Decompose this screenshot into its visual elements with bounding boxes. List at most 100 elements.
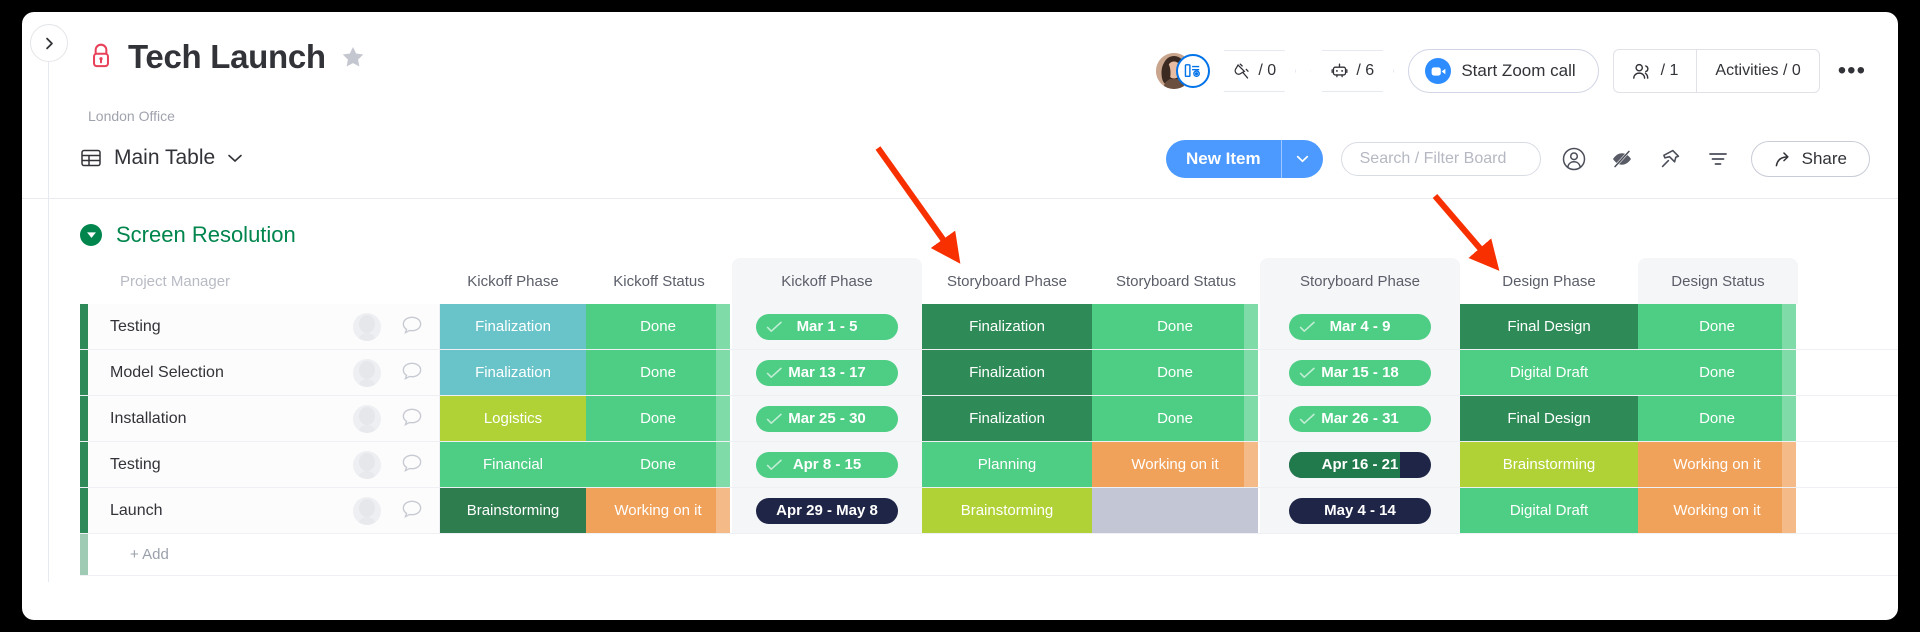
cell-kickoff_status[interactable]: Done	[586, 396, 732, 441]
cell-storyboard_timeline[interactable]: Mar 4 - 9	[1260, 304, 1460, 349]
assignee-avatar[interactable]	[353, 404, 381, 433]
timeline-pill[interactable]: Mar 13 - 17	[756, 359, 898, 386]
cell-design_phase[interactable]: Digital Draft	[1460, 488, 1638, 533]
column-header-kickoff_timeline[interactable]: Kickoff Phase	[732, 258, 922, 304]
table-row[interactable]: Launch Brainstorming Working on it Apr 29 -…	[80, 488, 1898, 534]
view-selector[interactable]: Main Table	[80, 146, 243, 170]
cell-storyboard_status[interactable]: Done	[1092, 304, 1260, 349]
column-header-kickoff_phase[interactable]: Kickoff Phase	[440, 258, 586, 304]
comment-icon-wrap[interactable]	[401, 499, 423, 523]
cell-storyboard_phase[interactable]: Planning	[922, 442, 1092, 487]
cell-item-name[interactable]: Installation	[88, 396, 440, 441]
cell-storyboard_status[interactable]: Done	[1092, 350, 1260, 395]
cell-kickoff_phase[interactable]: Financial	[440, 442, 586, 487]
cell-storyboard_timeline[interactable]: Apr 16 - 21	[1260, 442, 1460, 487]
cell-item-name[interactable]: Testing	[88, 442, 440, 487]
search-input[interactable]	[1359, 150, 1522, 168]
cell-design_status[interactable]: Working on it	[1638, 488, 1798, 533]
sidebar-collapse-button[interactable]	[30, 24, 68, 62]
cell-kickoff_phase[interactable]: Brainstorming	[440, 488, 586, 533]
cell-kickoff_status[interactable]: Done	[586, 442, 732, 487]
cell-kickoff_timeline[interactable]: Mar 25 - 30	[732, 396, 922, 441]
cell-storyboard_status[interactable]: Done	[1092, 396, 1260, 441]
column-header-storyboard_status[interactable]: Storyboard Status	[1092, 258, 1260, 304]
cell-kickoff_timeline[interactable]: Mar 1 - 5	[732, 304, 922, 349]
timeline-pill[interactable]: Mar 26 - 31	[1289, 405, 1431, 432]
cell-kickoff_timeline[interactable]: Apr 29 - May 8	[732, 488, 922, 533]
cell-kickoff_status[interactable]: Working on it	[586, 488, 732, 533]
comment-icon-wrap[interactable]	[401, 361, 423, 385]
cell-kickoff_status[interactable]: Done	[586, 350, 732, 395]
comment-icon-wrap[interactable]	[401, 315, 423, 339]
new-item-dropdown[interactable]	[1280, 140, 1323, 178]
timeline-pill[interactable]: May 4 - 14	[1289, 497, 1431, 524]
column-header-storyboard_phase[interactable]: Storyboard Phase	[922, 258, 1092, 304]
cell-kickoff_status[interactable]: Done	[586, 304, 732, 349]
cell-storyboard_phase[interactable]: Finalization	[922, 396, 1092, 441]
cell-design_status[interactable]: Done	[1638, 350, 1798, 395]
column-header-design_phase[interactable]: Design Phase	[1460, 258, 1638, 304]
cell-design_status[interactable]: Done	[1638, 396, 1798, 441]
cell-design_phase[interactable]: Final Design	[1460, 396, 1638, 441]
add-item-row[interactable]: + Add	[80, 534, 1898, 576]
assignee-avatar[interactable]	[353, 358, 381, 387]
cell-storyboard_status[interactable]: Working on it	[1092, 442, 1260, 487]
cell-storyboard_timeline[interactable]: May 4 - 14	[1260, 488, 1460, 533]
cell-kickoff_timeline[interactable]: Apr 8 - 15	[732, 442, 922, 487]
cell-storyboard_phase[interactable]: Finalization	[922, 350, 1092, 395]
cell-storyboard_phase[interactable]: Finalization	[922, 304, 1092, 349]
activities-chip[interactable]: Activities / 0	[1697, 50, 1818, 92]
timeline-pill[interactable]: Mar 15 - 18	[1289, 359, 1431, 386]
cell-design_phase[interactable]: Digital Draft	[1460, 350, 1638, 395]
table-row[interactable]: Testing Finalization Done Mar 1 - 5 Finaliza…	[80, 304, 1898, 350]
group-collapse-button[interactable]	[80, 224, 102, 246]
cell-kickoff_phase[interactable]: Logistics	[440, 396, 586, 441]
pin-button[interactable]	[1655, 144, 1685, 174]
automations-chip[interactable]: / 6	[1310, 50, 1395, 92]
timeline-pill[interactable]: Mar 1 - 5	[756, 313, 898, 340]
add-item-label[interactable]: + Add	[88, 534, 440, 575]
cell-storyboard_phase[interactable]: Brainstorming	[922, 488, 1092, 533]
cell-item-name[interactable]: Launch	[88, 488, 440, 533]
column-header-design_status[interactable]: Design Status	[1638, 258, 1798, 304]
cell-kickoff_phase[interactable]: Finalization	[440, 304, 586, 349]
more-options-button[interactable]: •••	[1834, 58, 1870, 83]
column-header-storyboard_timeline[interactable]: Storyboard Phase	[1260, 258, 1460, 304]
assignee-avatar[interactable]	[353, 312, 381, 341]
filter-button[interactable]	[1703, 144, 1733, 174]
integrations-chip[interactable]: / 0	[1212, 50, 1297, 92]
cell-kickoff_timeline[interactable]: Mar 13 - 17	[732, 350, 922, 395]
cell-design_status[interactable]: Working on it	[1638, 442, 1798, 487]
comment-icon-wrap[interactable]	[401, 407, 423, 431]
board-view-badge[interactable]	[1176, 54, 1211, 88]
new-item-button[interactable]: New Item	[1165, 140, 1323, 178]
share-button[interactable]: Share	[1750, 141, 1870, 177]
chevron-down-icon[interactable]	[227, 153, 243, 163]
start-zoom-call-button[interactable]: Start Zoom call	[1408, 49, 1599, 93]
column-header-kickoff_status[interactable]: Kickoff Status	[586, 258, 732, 304]
star-icon[interactable]	[340, 44, 366, 70]
cell-item-name[interactable]: Model Selection	[88, 350, 440, 395]
cell-storyboard_timeline[interactable]: Mar 26 - 31	[1260, 396, 1460, 441]
cell-kickoff_phase[interactable]: Finalization	[440, 350, 586, 395]
timeline-pill[interactable]: Apr 8 - 15	[756, 451, 898, 478]
people-chip[interactable]: / 1	[1614, 50, 1698, 92]
comment-icon-wrap[interactable]	[401, 453, 423, 477]
timeline-pill[interactable]: Mar 25 - 30	[756, 405, 898, 432]
cell-storyboard_timeline[interactable]: Mar 15 - 18	[1260, 350, 1460, 395]
column-header-name[interactable]: Project Manager	[80, 258, 440, 304]
hide-columns-button[interactable]	[1607, 144, 1637, 174]
cell-design_phase[interactable]: Brainstorming	[1460, 442, 1638, 487]
table-row[interactable]: Model Selection Finalization Done Mar 13 - …	[80, 350, 1898, 396]
cell-design_status[interactable]: Done	[1638, 304, 1798, 349]
timeline-pill[interactable]: Apr 29 - May 8	[756, 497, 898, 524]
cell-design_phase[interactable]: Final Design	[1460, 304, 1638, 349]
timeline-pill[interactable]: Apr 16 - 21	[1289, 451, 1431, 478]
timeline-pill[interactable]: Mar 4 - 9	[1289, 313, 1431, 340]
assignee-avatar[interactable]	[353, 450, 381, 479]
assignee-avatar[interactable]	[353, 496, 381, 525]
cell-storyboard_status[interactable]	[1092, 488, 1260, 533]
table-row[interactable]: Installation Logistics Done Mar 25 - 30 Fina…	[80, 396, 1898, 442]
table-row[interactable]: Testing Financial Done Apr 8 - 15 Planning Wo…	[80, 442, 1898, 488]
avatar-group[interactable]	[1156, 51, 1211, 91]
